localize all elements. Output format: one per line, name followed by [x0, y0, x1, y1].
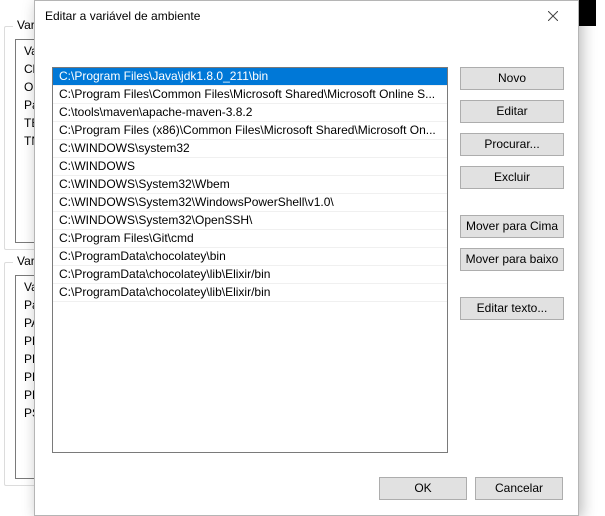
path-entry[interactable]: C:\ProgramData\chocolatey\lib\Elixir/bin	[53, 284, 447, 302]
path-entry[interactable]: C:\WINDOWS\System32\WindowsPowerShell\v1…	[53, 194, 447, 212]
path-entry[interactable]: C:\Program Files\Git\cmd	[53, 230, 447, 248]
path-entries-listbox[interactable]: C:\Program Files\Java\jdk1.8.0_211\binC:…	[52, 67, 448, 453]
side-buttons: Novo Editar Procurar... Excluir Mover pa…	[460, 67, 564, 320]
cancel-button[interactable]: Cancelar	[475, 477, 563, 500]
ok-button[interactable]: OK	[379, 477, 467, 500]
browse-button[interactable]: Procurar...	[460, 133, 564, 156]
move-up-button[interactable]: Mover para Cima	[460, 215, 564, 238]
edit-env-var-dialog: Editar a variável de ambiente C:\Program…	[34, 0, 579, 516]
path-entry[interactable]: C:\WINDOWS	[53, 158, 447, 176]
close-button[interactable]	[534, 3, 572, 29]
edit-text-button[interactable]: Editar texto...	[460, 297, 564, 320]
window-black-strip	[578, 0, 596, 26]
path-entry[interactable]: C:\Program Files (x86)\Common Files\Micr…	[53, 122, 447, 140]
move-down-button[interactable]: Mover para baixo	[460, 248, 564, 271]
path-entry[interactable]: C:\WINDOWS\System32\OpenSSH\	[53, 212, 447, 230]
path-entry[interactable]: C:\ProgramData\chocolatey\bin	[53, 248, 447, 266]
delete-button[interactable]: Excluir	[460, 166, 564, 189]
new-button[interactable]: Novo	[460, 67, 564, 90]
close-icon	[548, 11, 558, 21]
path-entry[interactable]: C:\Program Files\Common Files\Microsoft …	[53, 86, 447, 104]
dialog-title: Editar a variável de ambiente	[45, 9, 534, 23]
path-entry[interactable]: C:\tools\maven\apache-maven-3.8.2	[53, 104, 447, 122]
path-entry[interactable]: C:\WINDOWS\System32\Wbem	[53, 176, 447, 194]
titlebar: Editar a variável de ambiente	[35, 1, 578, 31]
path-entry[interactable]: C:\WINDOWS\system32	[53, 140, 447, 158]
edit-button[interactable]: Editar	[460, 100, 564, 123]
path-entry[interactable]: C:\Program Files\Java\jdk1.8.0_211\bin	[53, 68, 447, 86]
dialog-action-buttons: OK Cancelar	[379, 477, 563, 500]
path-entry[interactable]: C:\ProgramData\chocolatey\lib\Elixir/bin	[53, 266, 447, 284]
